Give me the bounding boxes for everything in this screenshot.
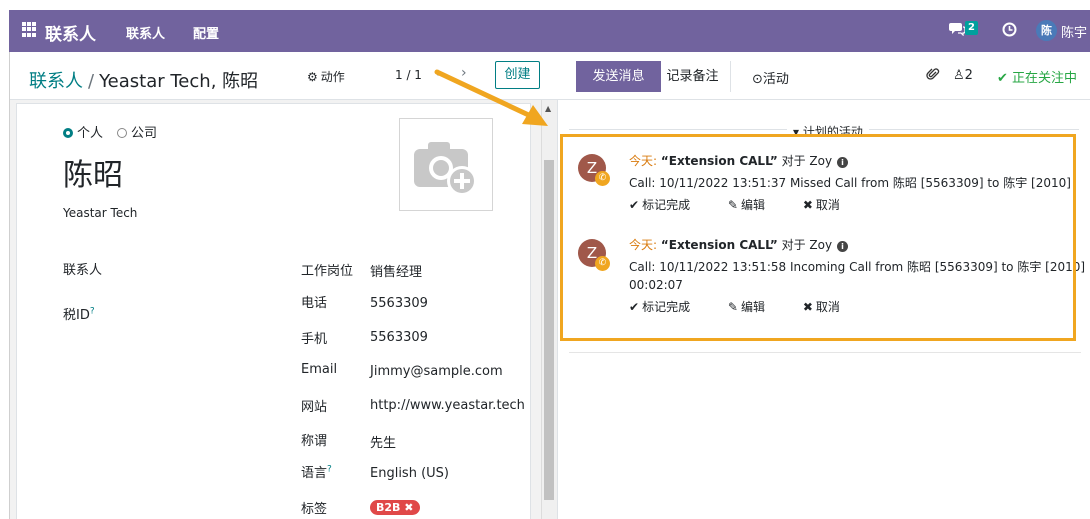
menu-config[interactable]: 配置 (193, 23, 219, 42)
value-job[interactable]: 销售经理 (370, 261, 422, 280)
value-website[interactable]: http://www.yeastar.tech (370, 398, 525, 413)
value-email[interactable]: Jimmy@sample.com (370, 364, 503, 379)
value-phone[interactable]: 5563309 (370, 296, 428, 311)
value-mobile[interactable]: 5563309 (370, 330, 428, 345)
check-icon: ✔ (997, 71, 1013, 86)
top-navbar: 联系人 联系人 配置 2 陈 陈宇 (9, 10, 1090, 52)
breadcrumb-separator: / (88, 71, 95, 92)
paperclip-icon[interactable] (926, 67, 940, 85)
activities-button[interactable]: ⊙活动 (752, 68, 789, 87)
user-name[interactable]: 陈宇 (1061, 22, 1087, 41)
value-title[interactable]: 先生 (370, 432, 396, 451)
label-email: Email (301, 362, 338, 377)
camera-plus-icon (414, 142, 477, 196)
label-mobile: 手机 (301, 332, 328, 347)
pager-next-icon[interactable]: › (461, 65, 467, 81)
company-name[interactable]: Yeastar Tech (63, 206, 137, 220)
contact-name[interactable]: 陈昭 (63, 150, 123, 194)
action-label: 动作 (320, 70, 345, 84)
scroll-thumb[interactable] (544, 160, 554, 500)
gear-icon: ⚙ (307, 70, 318, 84)
tag-b2b[interactable]: B2B ✖ (370, 500, 420, 515)
breadcrumb-parent[interactable]: 联系人 (29, 71, 83, 92)
app-title[interactable]: 联系人 (45, 20, 96, 45)
highlight-box (560, 134, 1076, 341)
chat-icon[interactable] (949, 22, 966, 40)
label-tags: 标签 (301, 502, 328, 517)
action-menu[interactable]: ⚙ 动作 (307, 68, 345, 85)
radio-company[interactable]: 公司 (117, 122, 157, 141)
clock-icon[interactable] (1002, 22, 1017, 41)
pager-value[interactable]: 1 / 1 (395, 68, 422, 82)
label-website: 网站 (301, 400, 328, 415)
clock-icon: ⊙ (752, 72, 763, 87)
label-contacts: 联系人 (63, 263, 103, 278)
log-note-button[interactable]: 记录备注 (655, 61, 731, 92)
breadcrumb: 联系人 / Yeastar Tech, 陈昭 (29, 67, 258, 93)
send-message-button[interactable]: 发送消息 (576, 61, 661, 92)
following-button[interactable]: ✔ 正在关注中 (997, 67, 1077, 86)
label-language: 语言? (301, 464, 332, 481)
divider (569, 352, 1081, 353)
pager-prev-icon[interactable]: ‹ (434, 65, 440, 81)
label-job: 工作岗位 (301, 264, 354, 279)
tag-remove-icon: ✖ (404, 501, 414, 514)
breadcrumb-current: Yeastar Tech, 陈昭 (99, 71, 259, 92)
user-avatar[interactable]: 陈 (1036, 20, 1057, 41)
radio-person[interactable]: 个人 (63, 122, 103, 141)
label-title: 称谓 (301, 434, 328, 449)
label-phone: 电话 (301, 296, 328, 311)
help-icon: ? (327, 464, 332, 475)
scroll-up-icon[interactable]: ▲ (545, 104, 551, 113)
chat-count-badge: 2 (965, 21, 978, 35)
menu-contacts[interactable]: 联系人 (126, 23, 165, 42)
value-language[interactable]: English (US) (370, 466, 449, 481)
apps-menu-icon[interactable] (22, 22, 37, 37)
followers-button[interactable]: ♙2 (953, 68, 973, 83)
help-icon: ? (89, 306, 95, 317)
label-tax-id: 税ID? (63, 306, 95, 323)
create-button[interactable]: 创建 (495, 61, 540, 89)
company-type-radio: 个人 公司 (63, 122, 171, 141)
contact-photo[interactable] (399, 118, 493, 211)
user-icon: ♙ (953, 68, 965, 83)
